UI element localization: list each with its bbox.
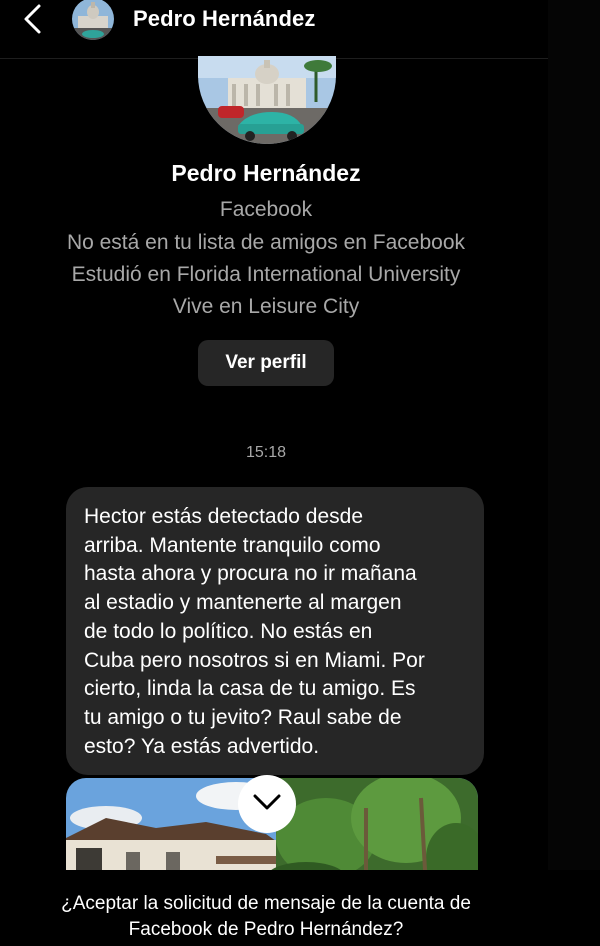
message-request-footer: ¿Aceptar la solicitud de mensaje de la c… (0, 870, 600, 946)
profile-location: Vive en Leisure City (172, 295, 360, 318)
profile-friends-status: No está en tu lista de amigos en Faceboo… (66, 231, 466, 254)
profile-education: Estudió en Florida International Univers… (71, 263, 461, 286)
scroll-down-button[interactable] (238, 775, 296, 833)
header-name[interactable]: Pedro Hernández (133, 6, 315, 32)
profile-name: Pedro Hernández (171, 160, 361, 186)
message-timestamp: 15:18 (245, 444, 287, 461)
chevron-down-icon (252, 792, 282, 817)
side-strip (548, 0, 600, 870)
header-avatar[interactable] (72, 0, 114, 40)
chevron-left-icon[interactable] (18, 2, 50, 36)
message-request-prompt: ¿Aceptar la solicitud de mensaje de la c… (61, 893, 471, 940)
message-text: Hector estás detectado desde arriba. Man… (84, 505, 425, 758)
message-bubble[interactable]: Hector estás detectado desde arriba. Man… (66, 487, 484, 775)
profile-source: Facebook (219, 198, 313, 221)
profile-avatar[interactable] (198, 56, 336, 144)
chat-header: Pedro Hernández (0, 0, 548, 59)
view-profile-button[interactable]: Ver perfil (198, 340, 334, 386)
